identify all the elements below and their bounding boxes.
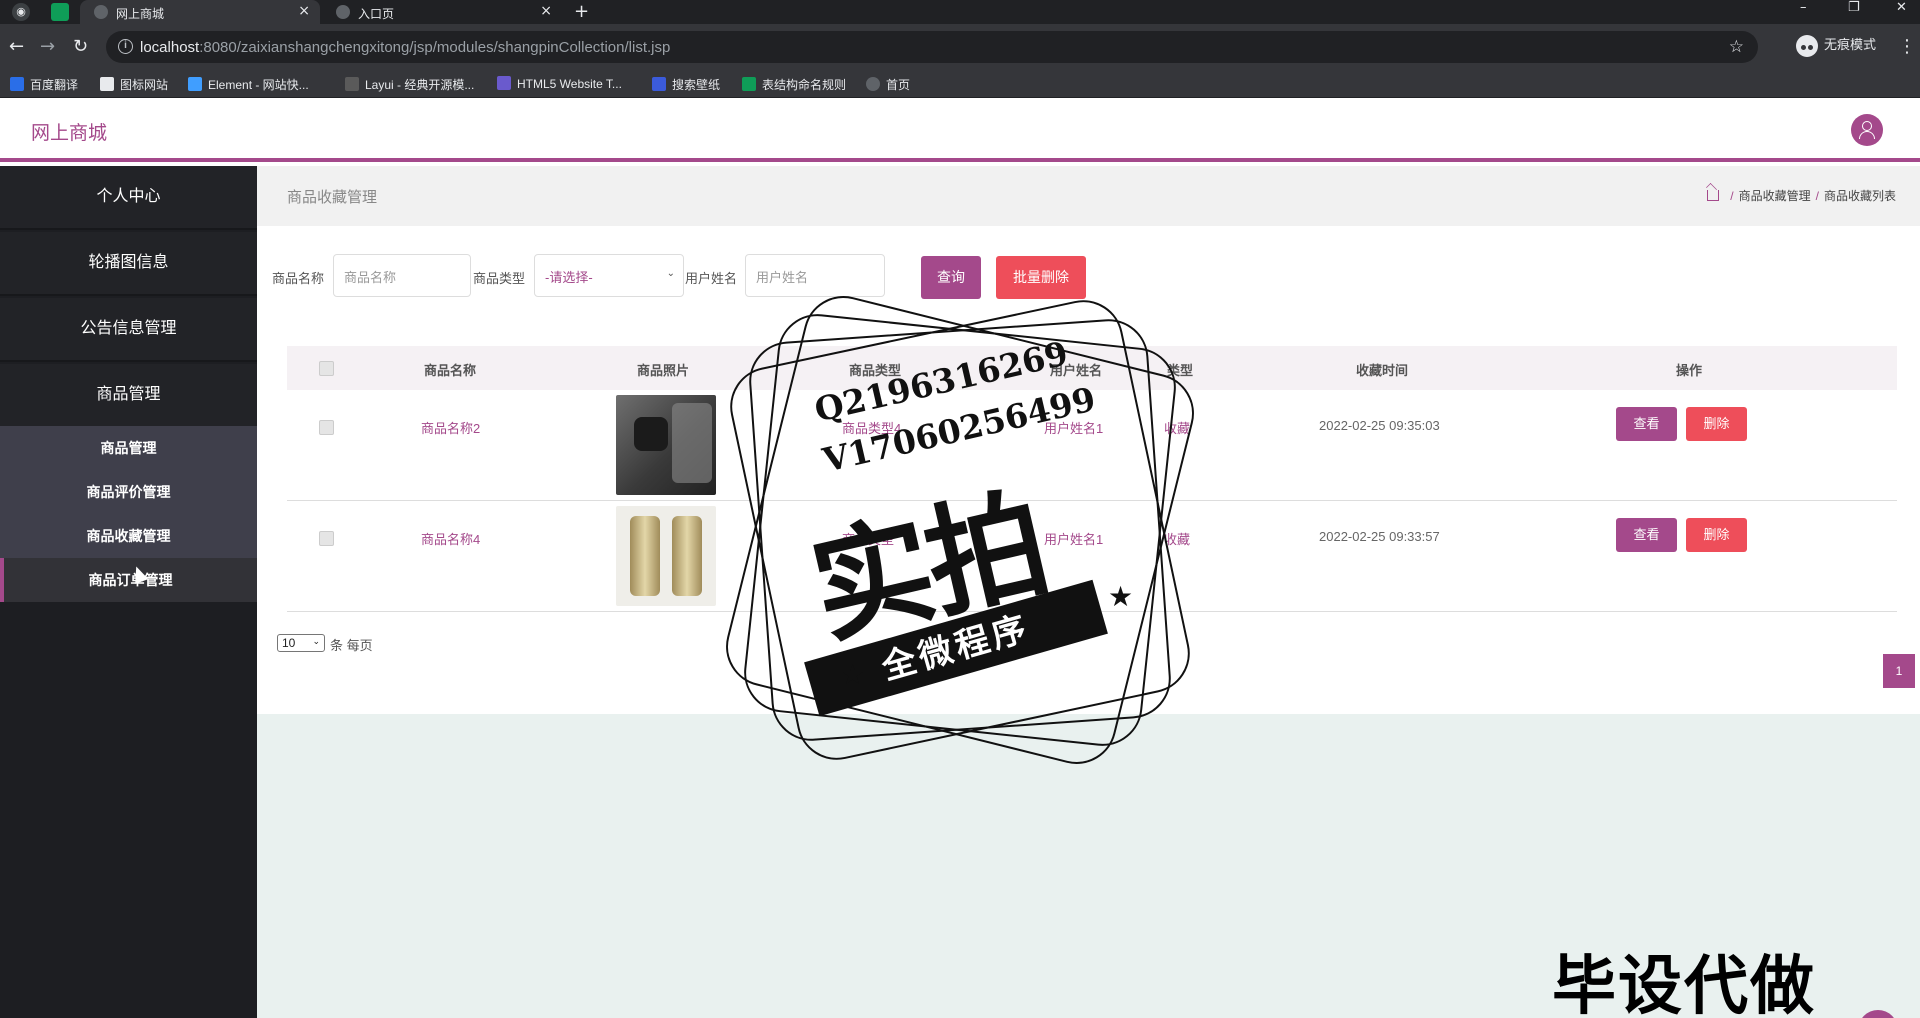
bookmark-item[interactable]: 首页 xyxy=(866,76,910,93)
goods-photo xyxy=(616,506,716,606)
view-button[interactable]: 查看 xyxy=(1616,407,1677,441)
breadcrumb-separator: / xyxy=(1730,189,1734,203)
breadcrumb: / 商品收藏管理 / 商品收藏列表 xyxy=(1707,187,1896,204)
chrome-icon[interactable]: ◉ xyxy=(12,3,30,21)
cell-collect-time: 2022-02-25 09:35:03 xyxy=(1319,418,1440,433)
sidebar: 个人中心 轮播图信息 公告信息管理 商品管理 商品管理 商品评价管理 商品收藏管… xyxy=(0,166,257,1018)
cell-goods-name[interactable]: 商品名称4 xyxy=(421,529,480,548)
bookmark-item[interactable]: Layui - 经典开源模... xyxy=(345,76,474,93)
sidebar-item-profile[interactable]: 个人中心 xyxy=(0,166,257,230)
tab-favicon-icon xyxy=(94,5,108,19)
translate-icon xyxy=(10,77,24,91)
goods-name-input[interactable]: 商品名称 xyxy=(333,254,471,297)
html5-icon xyxy=(497,76,511,90)
flag-icon xyxy=(100,77,114,91)
back-icon[interactable]: ← xyxy=(9,37,24,57)
column-header: 操作 xyxy=(1676,363,1703,378)
browser-menu-icon[interactable]: ⋮ xyxy=(1898,36,1916,57)
submenu-item-reviews[interactable]: 商品评价管理 xyxy=(0,470,257,514)
row-checkbox[interactable] xyxy=(319,420,334,435)
delete-button[interactable]: 删除 xyxy=(1686,407,1747,441)
new-tab-button[interactable]: + xyxy=(574,1,589,22)
column-header: 商品名称 xyxy=(424,363,477,378)
tab-shop[interactable]: 网上商城 × xyxy=(80,0,320,24)
filter-name-label: 商品名称 xyxy=(272,271,325,286)
layui-icon xyxy=(345,77,359,91)
sheet-icon xyxy=(742,77,756,91)
goods-type-select[interactable]: -请选择- ⌄ xyxy=(534,254,684,297)
chevron-down-icon: ⌄ xyxy=(312,637,320,647)
star-icon: ★ xyxy=(1108,580,1134,613)
tab-title: 入口页 xyxy=(358,7,395,21)
browser-tab-strip: ◉ 网上商城 × 入口页 × + – ❐ ✕ xyxy=(0,0,1920,24)
row-checkbox[interactable] xyxy=(319,531,334,546)
globe-icon xyxy=(866,77,880,91)
filter-type-label: 商品类型 xyxy=(473,271,526,286)
restore-icon[interactable]: ❐ xyxy=(1848,0,1860,15)
reload-icon[interactable]: ↻ xyxy=(73,37,88,57)
sidebar-submenu: 商品管理 商品评价管理 商品收藏管理 商品订单管理 xyxy=(0,426,257,602)
bookmark-item[interactable]: 搜索壁纸 xyxy=(652,76,720,93)
watermark-stamp: Q2196316269 V17060256499 实拍 全微程序 ★ ★ xyxy=(717,287,1203,773)
pinned-tab-icon[interactable] xyxy=(51,3,69,21)
incognito-indicator[interactable]: 无痕模式 xyxy=(1796,34,1876,57)
minimize-icon[interactable]: – xyxy=(1800,0,1807,15)
bookmark-item[interactable]: Element - 网站快... xyxy=(188,76,309,93)
breadcrumb-item[interactable]: 商品收藏管理 xyxy=(1739,189,1811,203)
submenu-item-orders[interactable]: 商品订单管理 xyxy=(0,558,257,602)
cell-collect-time: 2022-02-25 09:33:57 xyxy=(1319,529,1440,544)
tab-title: 网上商城 xyxy=(116,7,165,21)
bookmark-item[interactable]: 图标网站 xyxy=(100,76,168,93)
app-header: 网上商城 xyxy=(0,98,1920,162)
sidebar-item-notice[interactable]: 公告信息管理 xyxy=(0,298,257,362)
brand-title[interactable]: 网上商城 xyxy=(31,118,107,145)
tab-favicon-icon xyxy=(336,5,350,19)
tab-entry[interactable]: 入口页 × xyxy=(322,0,562,24)
bookmark-item[interactable]: 百度翻译 xyxy=(10,76,78,93)
bookmark-item[interactable]: HTML5 Website T... xyxy=(497,76,622,91)
submenu-item-goods[interactable]: 商品管理 xyxy=(0,426,257,470)
forward-icon[interactable]: → xyxy=(40,37,55,57)
user-avatar-icon[interactable] xyxy=(1851,114,1883,146)
column-header: 收藏时间 xyxy=(1356,363,1409,378)
filter-user-label: 用户姓名 xyxy=(685,271,738,286)
incognito-icon xyxy=(1796,34,1818,57)
page-number-button[interactable]: 1 xyxy=(1883,654,1915,688)
delete-button[interactable]: 删除 xyxy=(1686,518,1747,552)
sidebar-item-goods[interactable]: 商品管理 xyxy=(0,364,257,428)
url-field[interactable]: i localhost:8080/zaixianshangchengxitong… xyxy=(106,31,1758,63)
breadcrumb-separator: / xyxy=(1815,189,1819,203)
page-size-label: 条 每页 xyxy=(330,638,373,653)
wallpaper-icon xyxy=(652,77,666,91)
tab-close-icon[interactable]: × xyxy=(540,3,552,19)
view-button[interactable]: 查看 xyxy=(1616,518,1677,552)
url-text[interactable]: localhost:8080/zaixianshangchengxitong/j… xyxy=(140,39,670,56)
bottom-watermark-text: 毕设代做 xyxy=(1552,950,1816,1018)
site-info-icon[interactable]: i xyxy=(118,39,133,54)
column-header: 商品照片 xyxy=(637,363,690,378)
page-title: 商品收藏管理 xyxy=(287,189,378,206)
page-size-select[interactable]: 10 ⌄ xyxy=(277,634,325,652)
home-icon[interactable] xyxy=(1707,190,1720,201)
sidebar-item-carousel[interactable]: 轮播图信息 xyxy=(0,232,257,296)
bookmarks-bar: 百度翻译 图标网站 Element - 网站快... Layui - 经典开源模… xyxy=(0,70,1920,98)
address-bar: ← → ↻ i localhost:8080/zaixianshangcheng… xyxy=(0,24,1920,70)
chevron-down-icon: ⌄ xyxy=(666,268,675,279)
close-window-icon[interactable]: ✕ xyxy=(1896,0,1907,15)
element-icon xyxy=(188,77,202,91)
breadcrumb-item: 商品收藏列表 xyxy=(1823,189,1896,203)
goods-photo xyxy=(616,395,716,495)
tab-close-icon[interactable]: × xyxy=(298,3,310,19)
star-icon: ★ xyxy=(840,658,866,691)
crumb-bar: 商品收藏管理 / 商品收藏管理 / 商品收藏列表 xyxy=(257,166,1920,226)
select-all-checkbox[interactable] xyxy=(319,361,334,376)
bookmark-star-icon[interactable]: ☆ xyxy=(1729,37,1744,57)
bookmark-item[interactable]: 表结构命名规则 xyxy=(742,76,846,93)
cell-goods-name[interactable]: 商品名称2 xyxy=(421,418,480,437)
submenu-item-collections[interactable]: 商品收藏管理 xyxy=(0,514,257,558)
